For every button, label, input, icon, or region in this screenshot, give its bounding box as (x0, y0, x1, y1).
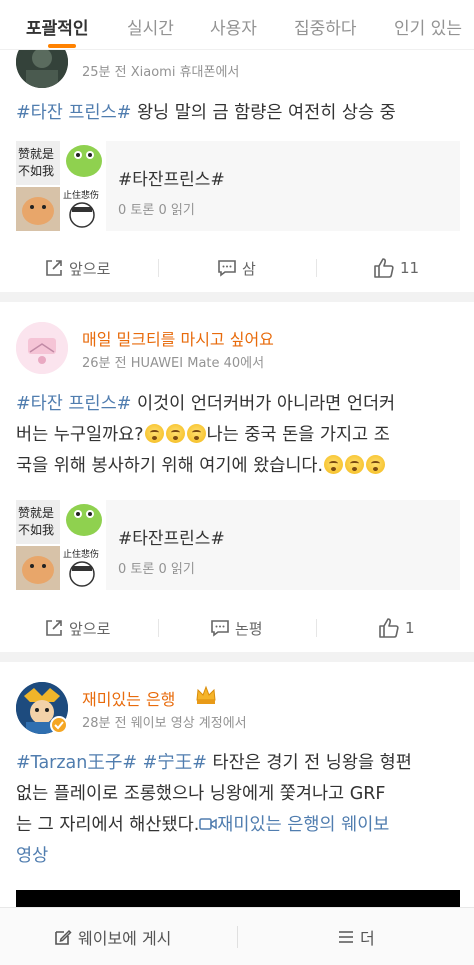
post-text: #타잔 프린스# 이것이 언더커버가 아니라면 언더커 버는 누구일까요? 나는 … (16, 394, 396, 476)
post-to-weibo-button[interactable]: 웨이보에 게시 (54, 908, 171, 965)
post-text: #타잔 프린스# 왕닝 말의 금 함량은 여전히 상승 중 (16, 103, 396, 123)
topic-stats: 0 토론 0 읽기 (118, 203, 195, 218)
thumbs-up-icon (374, 258, 394, 278)
share-button[interactable]: 앞으로 (44, 246, 110, 290)
post-action-bar: 앞으로 삼 11 (0, 246, 474, 290)
meme-collage-icon: 赞就是 不如我 止住悲伤 (16, 500, 106, 590)
share-icon (46, 620, 62, 636)
comment-icon (211, 620, 229, 637)
divider (237, 926, 238, 948)
emoji-icon (345, 455, 365, 474)
more-button[interactable]: 더 (338, 908, 375, 965)
post-separator (0, 652, 474, 662)
like-button[interactable]: 1 (378, 606, 415, 650)
thumbs-up-icon (379, 618, 399, 638)
avatar[interactable] (16, 322, 68, 374)
divider (158, 259, 159, 277)
compose-icon (55, 929, 72, 945)
avatar-image-icon (16, 322, 68, 374)
topic-thumbnail: 赞就是 不如我 止住悲伤 (16, 500, 106, 590)
meme-caption: 止住悲伤 (63, 548, 99, 560)
tab-comprehensive[interactable]: 포괄적인 (26, 14, 89, 39)
tab-realtime[interactable]: 실시간 (127, 14, 174, 39)
video-link-continued[interactable]: 영상 (16, 846, 48, 866)
topic-card[interactable]: 赞就是 不如我 止住悲伤 #타잔프린스# 0 토론 0 읽기 (16, 141, 460, 231)
comment-button[interactable]: 논평 (210, 606, 263, 650)
checkmark-icon (54, 721, 64, 730)
tab-bar: 포괄적인 실시간 사용자 집중하다 인기 있는 (0, 0, 474, 50)
divider (316, 619, 317, 637)
topic-title: #타잔프린스# (118, 529, 225, 549)
emoji-icon (165, 424, 185, 443)
emoji-icon (144, 424, 164, 443)
meme-caption: 赞就是 (18, 147, 54, 161)
meme-caption: 不如我 (18, 163, 54, 178)
video-icon (199, 818, 218, 830)
share-icon (46, 260, 62, 276)
hashtag-link[interactable]: #Tarzan王子# (16, 753, 137, 773)
meme-caption: 赞就是 (18, 506, 54, 520)
post-action-bar: 앞으로 논평 1 (0, 606, 474, 650)
meme-collage-icon: 赞就是 不如我 止住悲伤 (16, 141, 106, 231)
video-link[interactable]: 재미있는 은행의 웨이보 (199, 815, 389, 835)
topic-card[interactable]: 赞就是 不如我 止住悲伤 #타잔프린스# 0 토론 0 읽기 (16, 500, 460, 590)
topic-stats: 0 토론 0 읽기 (118, 562, 195, 577)
bottom-action-bar: 웨이보에 게시 더 (0, 907, 474, 965)
emoji-icon (186, 424, 206, 443)
active-tab-indicator (48, 44, 76, 48)
like-button[interactable]: 11 (373, 246, 419, 290)
post-meta: 26분 전 HUAWEI Mate 40에서 (82, 356, 265, 371)
username[interactable]: 매일 밀크티를 마시고 싶어요 (82, 326, 274, 350)
share-button[interactable]: 앞으로 (44, 606, 110, 650)
tab-users[interactable]: 사용자 (210, 14, 257, 39)
verified-badge-icon (50, 716, 68, 734)
topic-thumbnail: 赞就是 不如我 止住悲伤 (16, 141, 106, 231)
hashtag-link[interactable]: #타잔 프린스# (16, 394, 131, 414)
comment-icon (218, 260, 236, 277)
post-separator (0, 292, 474, 302)
divider (316, 259, 317, 277)
meme-caption: 不如我 (18, 522, 54, 537)
crown-badge-icon (196, 685, 216, 704)
topic-title: #타잔프린스# (118, 170, 225, 190)
post-meta: 28분 전 웨이보 영상 계정에서 (82, 716, 247, 731)
tab-popular[interactable]: 인기 있는 (394, 14, 462, 39)
meme-caption: 止住悲伤 (63, 189, 99, 201)
hashtag-link[interactable]: #宁王# (143, 753, 207, 773)
menu-icon (339, 931, 353, 943)
emoji-icon (324, 455, 344, 474)
username[interactable]: 재미있는 은행 (82, 686, 175, 710)
hashtag-link[interactable]: #타잔 프린스# (16, 103, 131, 123)
post-text: #Tarzan王子# #宁王# 타잔은 경기 전 닝왕을 형편 없는 플레이로 … (16, 753, 412, 866)
post-meta: 25분 전 Xiaomi 휴대폰에서 (82, 65, 240, 80)
tab-focus[interactable]: 집중하다 (294, 14, 357, 39)
divider (158, 619, 159, 637)
comment-button[interactable]: 삼 (217, 246, 256, 290)
emoji-icon (366, 455, 386, 474)
